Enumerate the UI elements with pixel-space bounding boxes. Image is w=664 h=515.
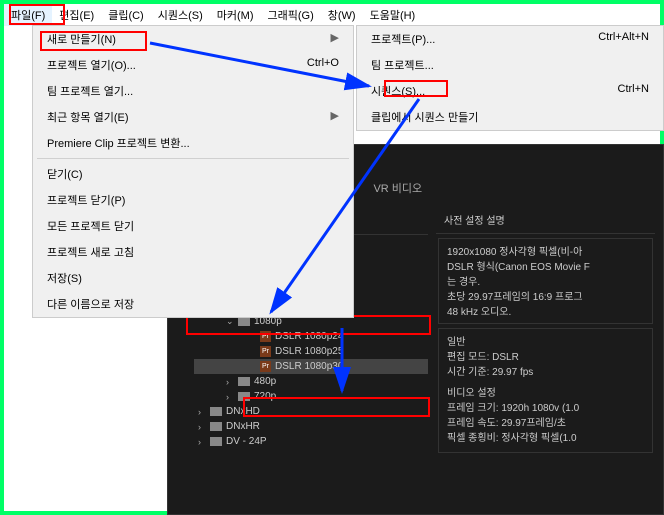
menu-graphics[interactable]: 그래픽(G) <box>260 4 320 26</box>
description-panel: 사전 설정 설명 1920x1080 정사각형 픽셀(비-아 DSLR 형식(C… <box>436 208 655 457</box>
menu-file[interactable]: 파일(F) <box>4 4 52 26</box>
tree-p24[interactable]: Pr DSLR 1080p24 <box>194 329 428 344</box>
folder-icon <box>238 377 250 386</box>
label: 프로젝트 새로 고침 <box>47 244 134 260</box>
menu-help[interactable]: 도움말(H) <box>363 4 423 26</box>
menu-open-team[interactable]: 팀 프로젝트 열기... <box>33 78 353 104</box>
tree-480p[interactable]: › 480p <box>194 374 428 389</box>
label: 다른 이름으로 저장 <box>47 296 134 312</box>
menu-save-as[interactable]: 다른 이름으로 저장 <box>33 291 353 317</box>
tree-dv24[interactable]: › DV - 24P <box>194 434 428 449</box>
label: DSLR 1080p30 <box>275 361 343 372</box>
desc-title: 사전 설정 설명 <box>436 208 655 234</box>
label: 저장(S) <box>47 270 82 286</box>
label: 팀 프로젝트 열기... <box>47 83 133 99</box>
label: 프로젝트 닫기(P) <box>47 192 125 208</box>
tree-p30[interactable]: Pr DSLR 1080p30 <box>194 359 428 374</box>
chevron-right-icon: › <box>198 437 206 447</box>
menu-close[interactable]: 닫기(C) <box>33 161 353 187</box>
desc-line: 편집 모드: DSLR <box>447 350 644 365</box>
tree-720p[interactable]: › 720p <box>194 389 428 404</box>
desc-line: 픽셀 종횡비: 정사각형 픽셀(1.0 <box>447 431 644 446</box>
desc-line: 일반 <box>447 335 644 350</box>
submenu-project[interactable]: 프로젝트(P)... Ctrl+Alt+N <box>357 26 663 52</box>
label: 시퀀스(S)... <box>371 83 425 99</box>
folder-icon <box>210 407 222 416</box>
label: DSLR 1080p24 <box>275 331 343 342</box>
label: 프로젝트(P)... <box>371 31 435 47</box>
desc-line: 프레임 속도: 29.97프레임/초 <box>447 416 644 431</box>
tree-dnxhd[interactable]: › DNxHD <box>194 404 428 419</box>
folder-icon <box>210 437 222 446</box>
new-submenu: 프로젝트(P)... Ctrl+Alt+N 팀 프로젝트... 시퀀스(S)...… <box>356 25 664 131</box>
menu-marker[interactable]: 마커(M) <box>210 4 261 26</box>
tree-dnxhr[interactable]: › DNxHR <box>194 419 428 434</box>
desc-summary: 1920x1080 정사각형 픽셀(비-아 DSLR 형식(Canon EOS … <box>438 238 653 324</box>
label: 720p <box>254 391 276 402</box>
tab-vr[interactable]: VR 비디오 <box>371 178 424 200</box>
submenu-sequence[interactable]: 시퀀스(S)... Ctrl+N <box>357 78 663 104</box>
shortcut: Ctrl+N <box>618 83 649 99</box>
desc-line: 비디오 설정 <box>447 386 644 401</box>
menu-new-label: 새로 만들기(N) <box>47 31 116 47</box>
preset-icon: Pr <box>260 361 271 372</box>
menu-new[interactable]: 새로 만들기(N) ▶ <box>33 26 353 52</box>
menu-refresh[interactable]: 프로젝트 새로 고침 <box>33 239 353 265</box>
label: 프로젝트 열기(O)... <box>47 57 136 73</box>
menu-window[interactable]: 창(W) <box>321 4 363 26</box>
desc-line: DSLR 형식(Canon EOS Movie F <box>447 260 644 275</box>
submenu-arrow-icon: ▶ <box>331 109 339 125</box>
menubar: 파일(F) 편집(E) 클립(C) 시퀀스(S) 마커(M) 그래픽(G) 창(… <box>4 4 660 26</box>
menu-convert-clip[interactable]: Premiere Clip 프로젝트 변환... <box>33 130 353 156</box>
chevron-right-icon: › <box>226 392 234 402</box>
desc-line: 는 경우. <box>447 275 644 290</box>
chevron-right-icon: › <box>198 422 206 432</box>
submenu-arrow-icon: ▶ <box>331 31 339 47</box>
file-dropdown: 새로 만들기(N) ▶ 프로젝트 열기(O)... Ctrl+O 팀 프로젝트 열기… <box>32 25 354 318</box>
desc-line: 초당 29.97프레임의 16:9 프로그 <box>447 290 644 305</box>
menu-open-recent[interactable]: 최근 항목 열기(E) ▶ <box>33 104 353 130</box>
shortcut: Ctrl+Alt+N <box>598 31 649 47</box>
desc-line: 1920x1080 정사각형 픽셀(비-아 <box>447 245 644 260</box>
desc-line: 시간 기준: 29.97 fps <box>447 365 644 380</box>
chevron-right-icon: › <box>226 377 234 387</box>
tree-p25[interactable]: Pr DSLR 1080p25 <box>194 344 428 359</box>
preset-icon: Pr <box>260 346 271 357</box>
shortcut: Ctrl+O <box>307 57 339 73</box>
desc-line: 프레임 크기: 1920h 1080v (1.0 <box>447 401 644 416</box>
menu-separator <box>37 158 349 159</box>
menu-close-all[interactable]: 모든 프로젝트 닫기 <box>33 213 353 239</box>
menu-clip[interactable]: 클립(C) <box>101 4 151 26</box>
preset-icon: Pr <box>260 331 271 342</box>
label: DSLR 1080p25 <box>275 346 343 357</box>
label: 최근 항목 열기(E) <box>47 109 129 125</box>
label: 480p <box>254 376 276 387</box>
menu-save[interactable]: 저장(S) <box>33 265 353 291</box>
label: 닫기(C) <box>47 166 83 182</box>
menu-sequence[interactable]: 시퀀스(S) <box>151 4 210 26</box>
desc-line: 48 kHz 오디오. <box>447 305 644 320</box>
desc-details: 일반 편집 모드: DSLR 시간 기준: 29.97 fps 비디오 설정 프… <box>438 328 653 453</box>
label: DV - 24P <box>226 436 267 447</box>
chevron-right-icon: › <box>198 407 206 417</box>
label: Premiere Clip 프로젝트 변환... <box>47 135 190 151</box>
menu-edit[interactable]: 편집(E) <box>52 4 101 26</box>
submenu-team-project[interactable]: 팀 프로젝트... <box>357 52 663 78</box>
label: 클립에서 시퀀스 만들기 <box>371 109 478 125</box>
label: DNxHR <box>226 421 260 432</box>
folder-icon <box>238 317 250 326</box>
label: 모든 프로젝트 닫기 <box>47 218 134 234</box>
menu-open-project[interactable]: 프로젝트 열기(O)... Ctrl+O <box>33 52 353 78</box>
label: DNxHD <box>226 406 260 417</box>
menu-close-project[interactable]: 프로젝트 닫기(P) <box>33 187 353 213</box>
folder-icon <box>210 422 222 431</box>
folder-icon <box>238 392 250 401</box>
label: 팀 프로젝트... <box>371 57 434 73</box>
submenu-seq-from-clip[interactable]: 클립에서 시퀀스 만들기 <box>357 104 663 130</box>
